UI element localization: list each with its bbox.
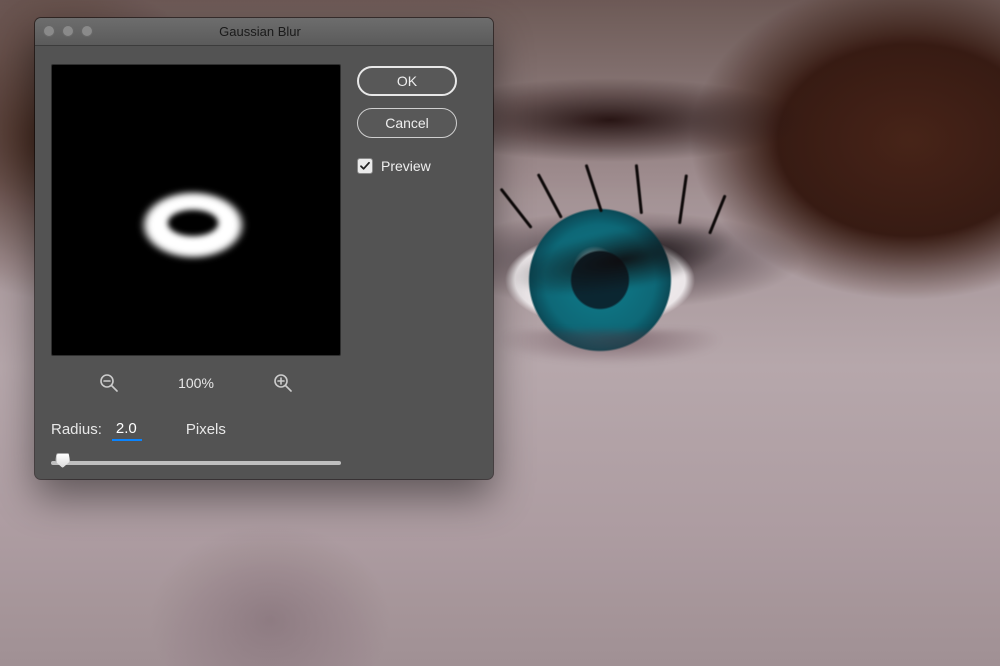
zoom-in-icon — [273, 373, 293, 393]
filter-preview-thumbnail[interactable] — [51, 64, 341, 356]
window-control-close[interactable] — [43, 25, 55, 37]
radius-input[interactable]: 2.0 — [112, 418, 142, 441]
dialog-titlebar[interactable]: Gaussian Blur — [35, 18, 493, 46]
preview-mask-shape — [118, 175, 268, 275]
radius-unit-label: Pixels — [186, 421, 226, 438]
slider-thumb[interactable] — [55, 453, 70, 468]
zoom-level-label: 100% — [178, 375, 214, 391]
ok-button[interactable]: OK — [357, 66, 457, 96]
zoom-out-button[interactable] — [96, 370, 122, 396]
zoom-in-button[interactable] — [270, 370, 296, 396]
window-control-minimize[interactable] — [62, 25, 74, 37]
radius-label: Radius: — [51, 421, 102, 438]
window-control-zoom[interactable] — [81, 25, 93, 37]
checkmark-icon — [359, 160, 371, 172]
dialog-title: Gaussian Blur — [35, 24, 493, 39]
photo-detail — [490, 330, 740, 390]
preview-checkbox-label: Preview — [381, 158, 431, 174]
preview-checkbox[interactable] — [357, 158, 373, 174]
radius-slider[interactable] — [51, 453, 341, 457]
zoom-out-icon — [99, 373, 119, 393]
cancel-button[interactable]: Cancel — [357, 108, 457, 138]
window-controls — [43, 25, 93, 37]
gaussian-blur-dialog: Gaussian Blur 100% — [35, 18, 493, 479]
slider-track — [51, 461, 341, 465]
